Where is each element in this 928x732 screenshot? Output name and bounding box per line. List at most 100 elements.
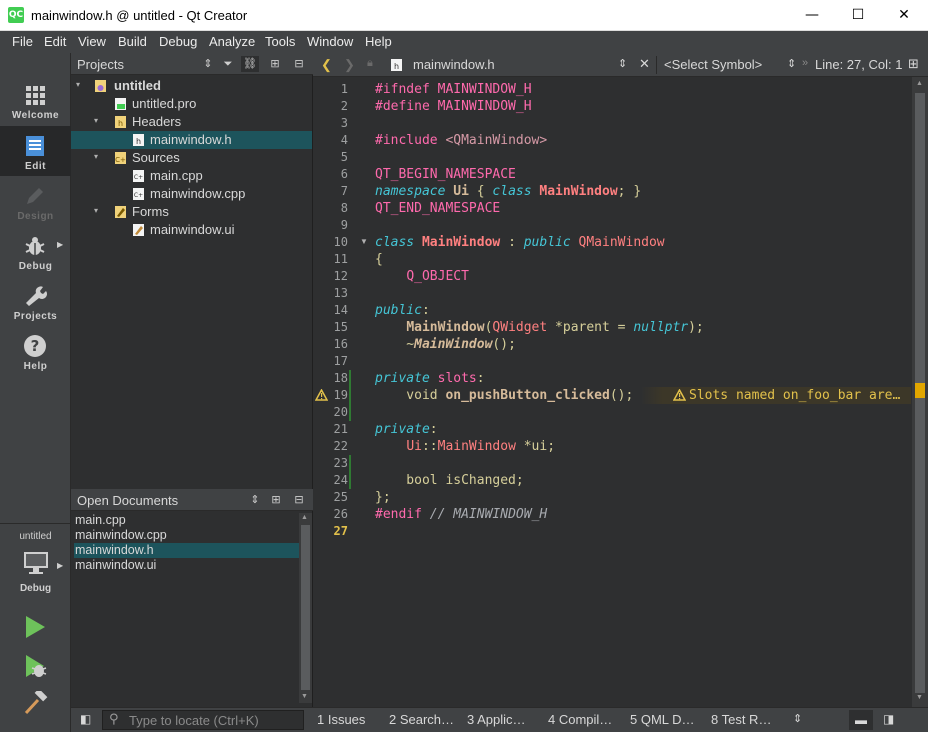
fold-arrow-icon[interactable]: ▼ (360, 237, 368, 246)
menu-edit[interactable]: Edit (44, 34, 66, 49)
qt-creator-window: QC mainwindow.h @ untitled - Qt Creator … (0, 0, 928, 732)
output-panel-toggle-icon[interactable]: ▬ (849, 710, 873, 730)
close-button[interactable]: ✕ (881, 0, 927, 31)
expanded-arrow-icon[interactable]: ▾ (94, 152, 104, 161)
header-file-icon: h (133, 134, 144, 146)
mode-label-help: Help (23, 361, 48, 372)
open-document-item[interactable]: mainwindow.ui (74, 558, 299, 573)
output-tab-test-results[interactable]: 8 Test R… (711, 712, 771, 727)
run-icon[interactable] (24, 615, 46, 639)
split-pane-icon[interactable]: ⊞ (267, 492, 285, 508)
warning-scroll-marker[interactable] (915, 383, 925, 398)
close-pane-icon[interactable]: ⊟ (290, 492, 308, 508)
tree-label: mainwindow.ui (150, 222, 235, 237)
mode-debug[interactable]: ▶ Debug (0, 226, 71, 276)
build-hammer-icon[interactable] (23, 691, 49, 715)
output-tab-qml-debugger[interactable]: 5 QML D… (630, 712, 695, 727)
code-line-1: #ifndef MAINWINDOW_H (375, 82, 532, 97)
toggle-sidebar-icon[interactable]: ◧ (80, 712, 91, 726)
dropdown-arrows-icon[interactable]: ⇕ (787, 57, 796, 70)
scroll-down-arrow-icon[interactable]: ▼ (916, 694, 923, 701)
mode-design[interactable]: Design (0, 176, 71, 226)
output-tab-application[interactable]: 3 Applic… (467, 712, 526, 727)
open-document-item[interactable]: main.cpp (74, 513, 299, 528)
output-tab-search[interactable]: 2 Search… (389, 712, 454, 727)
locator-input[interactable]: ⚲ Type to locate (Ctrl+K) (102, 710, 304, 730)
line-number-current: 27 (333, 524, 348, 538)
output-tab-issues[interactable]: 1 Issues (317, 712, 365, 727)
close-pane-icon[interactable]: ⊟ (290, 56, 308, 72)
toggle-right-sidebar-icon[interactable]: ◨ (883, 712, 894, 726)
menu-debug[interactable]: Debug (159, 34, 197, 49)
open-document-item[interactable]: mainwindow.h (74, 543, 299, 558)
scroll-up-arrow-icon[interactable]: ▲ (301, 514, 308, 521)
link-editor-icon[interactable]: ⛓ (241, 56, 259, 72)
kit-build-config: Debug (19, 583, 52, 594)
more-tabs-arrows-icon[interactable]: ⇕ (793, 712, 802, 725)
scroll-down-arrow-icon[interactable]: ▼ (301, 693, 308, 700)
warning-icon (673, 389, 686, 401)
line-number: 18 (333, 371, 348, 385)
open-documents-scrollbar[interactable]: ▲ ▼ (299, 513, 312, 703)
expanded-arrow-icon[interactable]: ▾ (76, 80, 86, 89)
mode-welcome[interactable]: Welcome (0, 75, 71, 125)
tree-row-pro-file[interactable]: untitled.pro (71, 95, 312, 113)
kit-arrow-icon: ▶ (57, 561, 64, 570)
minimize-button[interactable]: — (789, 0, 835, 31)
code-editor[interactable]: #ifndef MAINWINDOW_H #define MAINWINDOW_… (371, 77, 912, 707)
pane-selector-arrows-icon[interactable]: ⇕ (199, 56, 217, 72)
scrollbar-thumb[interactable] (301, 525, 310, 690)
inline-warning-text[interactable]: Slots named on_foo_bar are… (689, 387, 900, 404)
menu-window[interactable]: Window (307, 34, 353, 49)
mode-help[interactable]: ? Help (0, 326, 71, 376)
tree-row-mainwindow-ui[interactable]: mainwindow.ui (71, 221, 312, 239)
editor-toolbar: ❮ ❯ 🔒︎ h mainwindow.h ⇕ ✕ <Select Symbol… (313, 53, 928, 77)
menu-file[interactable]: File (12, 34, 33, 49)
cursor-position[interactable]: Line: 27, Col: 1 (815, 57, 902, 72)
editor-scrollbar[interactable]: ▲ ▼ (912, 77, 928, 707)
pane-selector-arrows-icon[interactable]: ⇕ (246, 492, 264, 508)
open-document-item[interactable]: mainwindow.cpp (74, 528, 299, 543)
menu-view[interactable]: View (78, 34, 106, 49)
menu-tools[interactable]: Tools (265, 34, 295, 49)
expanded-arrow-icon[interactable]: ▾ (94, 116, 104, 125)
mode-projects[interactable]: Projects (0, 276, 71, 326)
mode-edit[interactable]: Edit (0, 126, 71, 176)
debug-run-icon[interactable] (24, 654, 48, 678)
maximize-button[interactable]: ☐ (835, 0, 881, 31)
open-documents-title[interactable]: Open Documents (77, 493, 178, 508)
tree-row-forms[interactable]: ▾ Forms (71, 203, 312, 221)
modified-line-marker (349, 387, 351, 404)
line-number: 3 (340, 116, 348, 130)
svg-text:C+: C+ (134, 192, 143, 199)
menu-analyze[interactable]: Analyze (209, 34, 255, 49)
toolbar-overflow-icon[interactable]: » (802, 57, 808, 69)
split-pane-icon[interactable]: ⊞ (266, 56, 284, 72)
tree-row-mainwindow-cpp[interactable]: C+ mainwindow.cpp (71, 185, 312, 203)
kit-selector[interactable]: ▶ Debug (0, 545, 71, 595)
locator-placeholder: Type to locate (Ctrl+K) (129, 713, 259, 728)
split-editor-icon[interactable]: ⊞ (908, 57, 919, 72)
navigate-forward-icon[interactable]: ❯ (344, 57, 355, 73)
symbol-selector[interactable]: <Select Symbol> (664, 57, 762, 72)
close-document-icon[interactable]: ✕ (639, 57, 650, 72)
tree-row-mainwindow-h[interactable]: h mainwindow.h (71, 131, 312, 149)
navigate-back-icon[interactable]: ❮ (321, 57, 332, 73)
code-line-25: }; (375, 490, 391, 505)
tree-row-headers[interactable]: ▾ h Headers (71, 113, 312, 131)
svg-text:h: h (394, 62, 399, 71)
tree-row-project-root[interactable]: ▾ untitled (71, 77, 312, 95)
dropdown-arrows-icon[interactable]: ⇕ (618, 57, 627, 70)
filter-icon[interactable]: ⏷ (219, 56, 237, 72)
mode-label-welcome: Welcome (11, 110, 60, 121)
scroll-up-arrow-icon[interactable]: ▲ (916, 80, 923, 87)
editor-filename-dropdown[interactable]: mainwindow.h (413, 57, 495, 72)
code-line-14: public: (375, 303, 430, 318)
projects-pane-title[interactable]: Projects (77, 57, 124, 72)
tree-row-sources[interactable]: ▾ C+ Sources (71, 149, 312, 167)
menu-build[interactable]: Build (118, 34, 147, 49)
output-tab-compile[interactable]: 4 Compil… (548, 712, 612, 727)
expanded-arrow-icon[interactable]: ▾ (94, 206, 104, 215)
tree-row-main-cpp[interactable]: C+ main.cpp (71, 167, 312, 185)
menu-help[interactable]: Help (365, 34, 392, 49)
